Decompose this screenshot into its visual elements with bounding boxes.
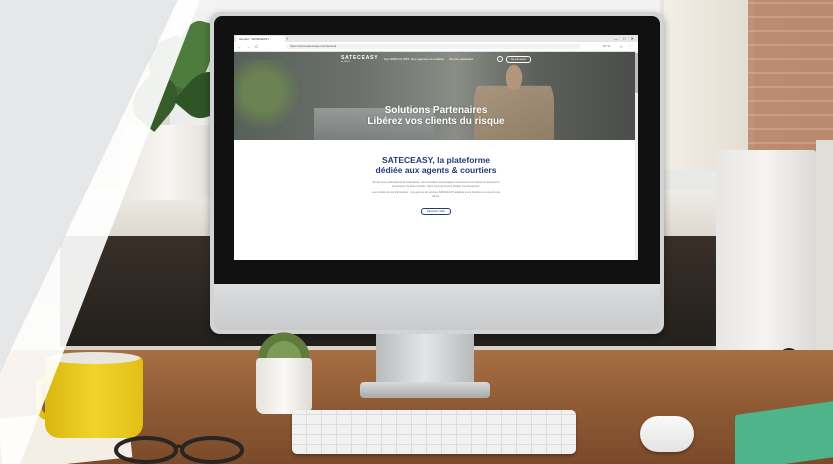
diagonal-overlay: [0, 0, 200, 464]
photo-scene: Accueil - SATECEASY + — □ ✕ ← → C https:…: [0, 0, 833, 464]
